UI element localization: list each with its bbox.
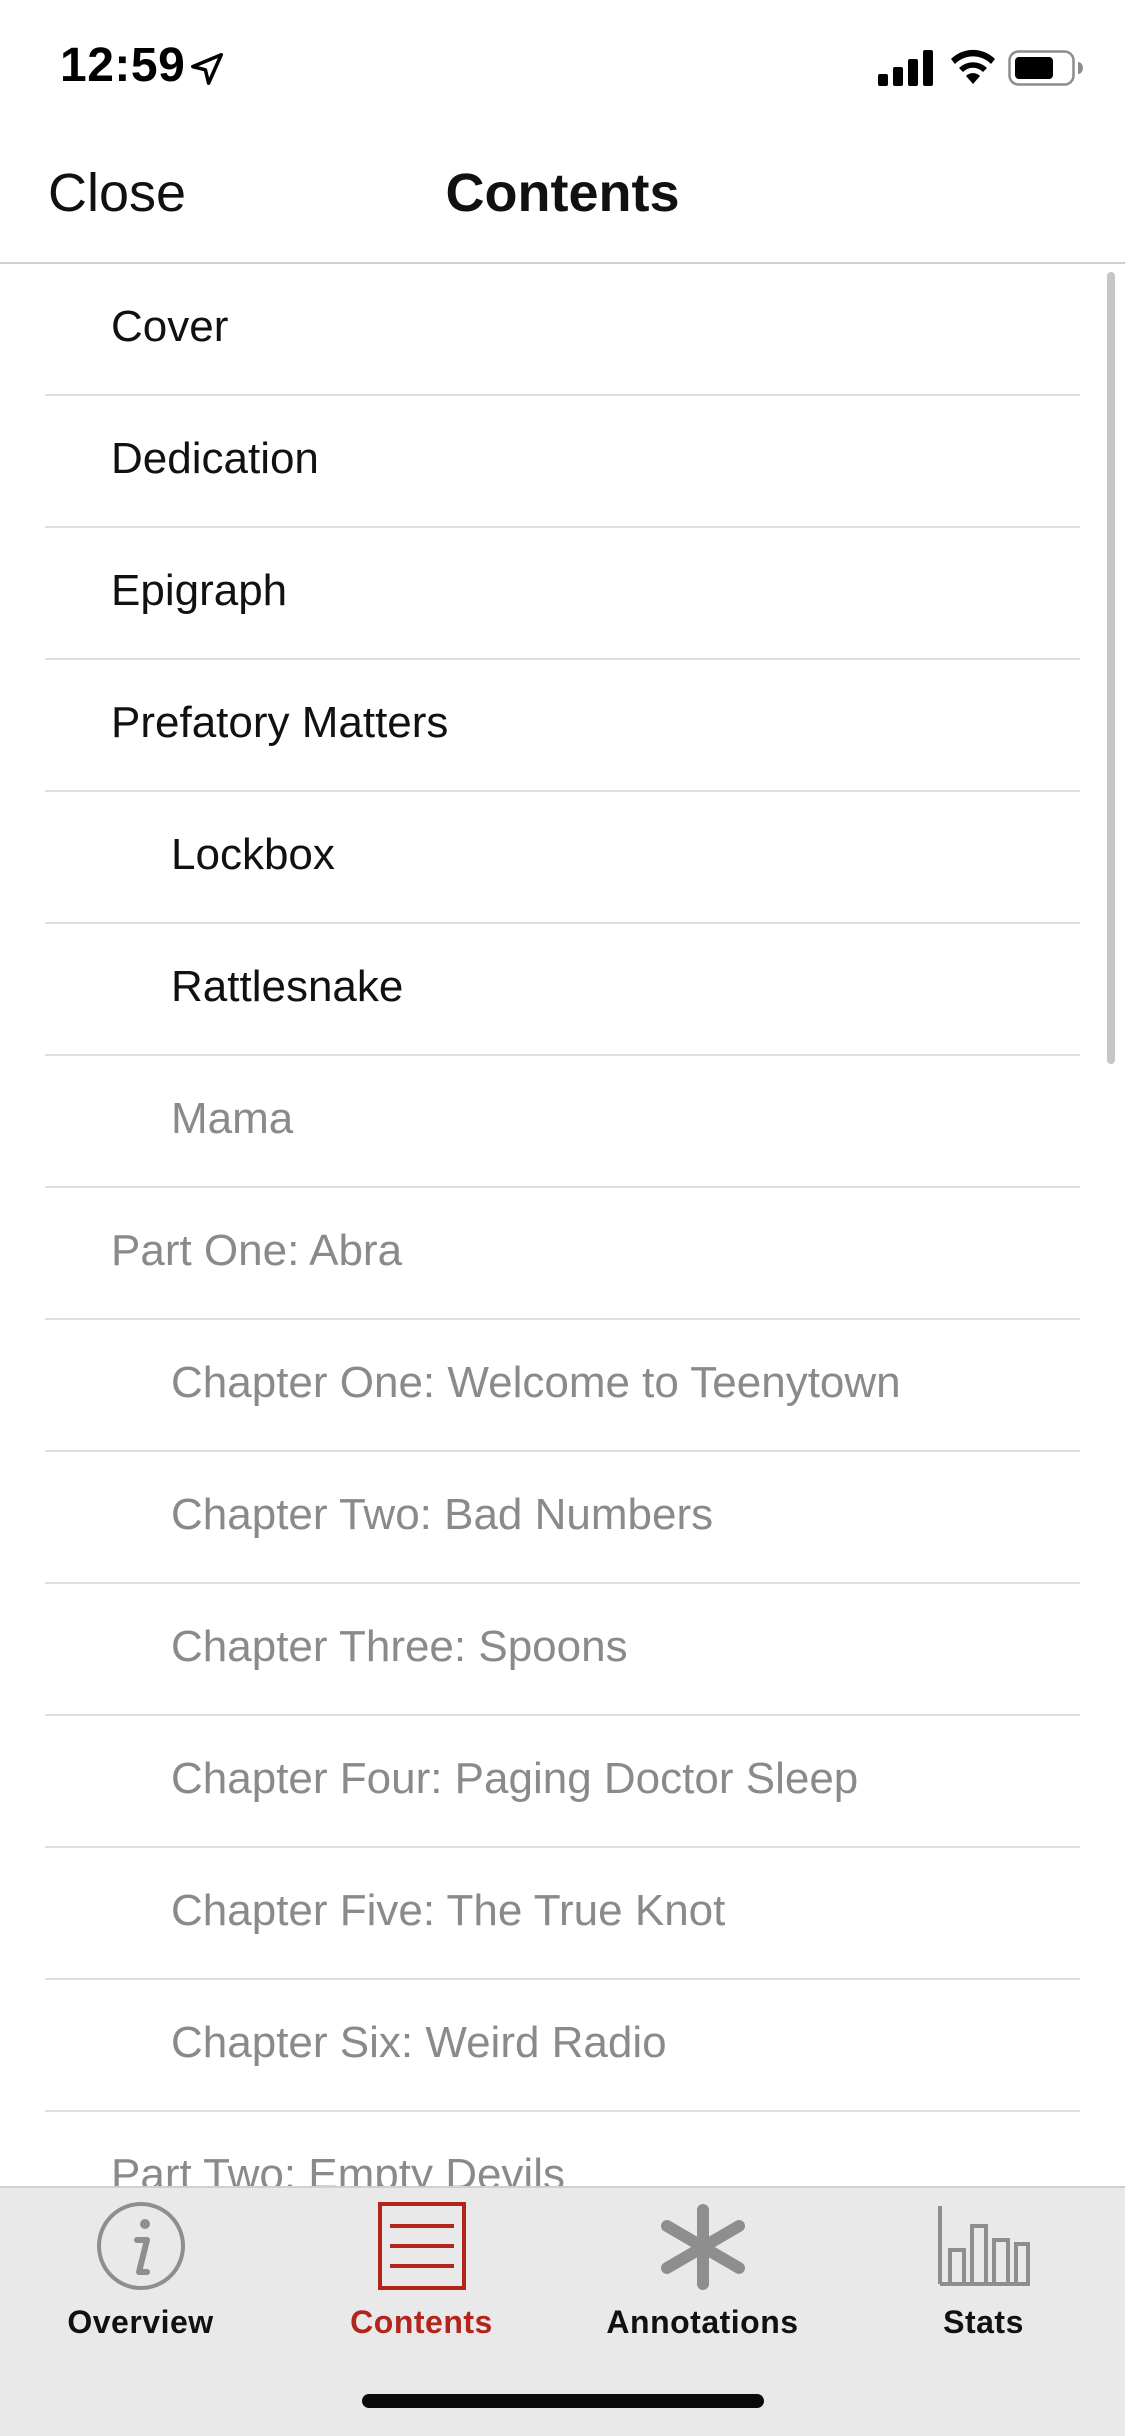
- toc-item-chapter-two[interactable]: Chapter Two: Bad Numbers: [45, 1452, 1080, 1584]
- contents-list[interactable]: Cover Dedication Epigraph Prefatory Matt…: [0, 264, 1125, 2186]
- cellular-signal-icon: [878, 50, 933, 86]
- tab-overview[interactable]: Overview: [0, 2200, 281, 2350]
- toc-item-chapter-five[interactable]: Chapter Five: The True Knot: [45, 1848, 1080, 1980]
- toc-item-label: Rattlesnake: [171, 962, 404, 1011]
- contents-list-icon: [377, 2202, 466, 2290]
- toc-item-rattlesnake[interactable]: Rattlesnake: [45, 924, 1080, 1056]
- status-bar: 12:59: [0, 0, 1125, 132]
- home-indicator[interactable]: [362, 2394, 764, 2408]
- tab-annotations[interactable]: Annotations: [562, 2200, 843, 2350]
- toc-item-prefatory-matters[interactable]: Prefatory Matters: [45, 660, 1080, 792]
- toc-item-part-two[interactable]: Part Two: Empty Devils: [45, 2112, 1080, 2186]
- toc-item-label: Dedication: [111, 434, 319, 483]
- asterisk-icon: [660, 2204, 745, 2290]
- toc-item-label: Lockbox: [171, 830, 335, 879]
- toc-item-label: Cover: [111, 302, 229, 351]
- location-arrow-icon: [191, 53, 223, 85]
- tab-stats[interactable]: Stats: [843, 2200, 1124, 2350]
- tab-label: Contents: [350, 2304, 493, 2340]
- tab-label: Annotations: [606, 2304, 799, 2340]
- tab-label: Stats: [943, 2304, 1024, 2340]
- toc-item-label: Chapter Four: Paging Doctor Sleep: [171, 1754, 859, 1803]
- wifi-icon: [951, 49, 995, 84]
- toc-item-label: Chapter Six: Weird Radio: [171, 2018, 667, 2067]
- toc-item-label: Part Two: Empty Devils: [111, 2150, 565, 2186]
- toc-item-part-one[interactable]: Part One: Abra: [45, 1188, 1080, 1320]
- toc-item-label: Epigraph: [111, 566, 288, 615]
- scroll-indicator[interactable]: [1107, 272, 1115, 1064]
- toc-item-label: Part One: Abra: [111, 1226, 403, 1275]
- tab-contents[interactable]: Contents: [281, 2200, 562, 2350]
- toc-item-chapter-one[interactable]: Chapter One: Welcome to Teenytown: [45, 1320, 1080, 1452]
- toc-item-mama[interactable]: Mama: [45, 1056, 1080, 1188]
- toc-item-epigraph[interactable]: Epigraph: [45, 528, 1080, 660]
- toc-item-chapter-six[interactable]: Chapter Six: Weird Radio: [45, 1980, 1080, 2112]
- toc-item-label: Prefatory Matters: [111, 698, 449, 747]
- toc-item-chapter-three[interactable]: Chapter Three: Spoons: [45, 1584, 1080, 1716]
- toc-item-cover[interactable]: Cover: [45, 264, 1080, 396]
- toc-item-dedication[interactable]: Dedication: [45, 396, 1080, 528]
- toc-item-lockbox[interactable]: Lockbox: [45, 792, 1080, 924]
- status-time: 12:59: [60, 39, 186, 92]
- toc-item-label: Chapter Three: Spoons: [171, 1622, 628, 1671]
- page-title: Contents: [445, 163, 680, 223]
- toc-item-label: Mama: [171, 1094, 294, 1143]
- toc-item-label: Chapter One: Welcome to Teenytown: [171, 1358, 901, 1407]
- tab-label: Overview: [67, 2304, 214, 2340]
- toc-item-label: Chapter Five: The True Knot: [171, 1886, 726, 1935]
- nav-bar: Close Contents: [0, 132, 1125, 264]
- bar-chart-icon: [937, 2206, 1030, 2286]
- toc-item-chapter-four[interactable]: Chapter Four: Paging Doctor Sleep: [45, 1716, 1080, 1848]
- info-icon: [96, 2202, 185, 2290]
- battery-icon: [1008, 50, 1083, 86]
- toc-item-label: Chapter Two: Bad Numbers: [171, 1490, 714, 1539]
